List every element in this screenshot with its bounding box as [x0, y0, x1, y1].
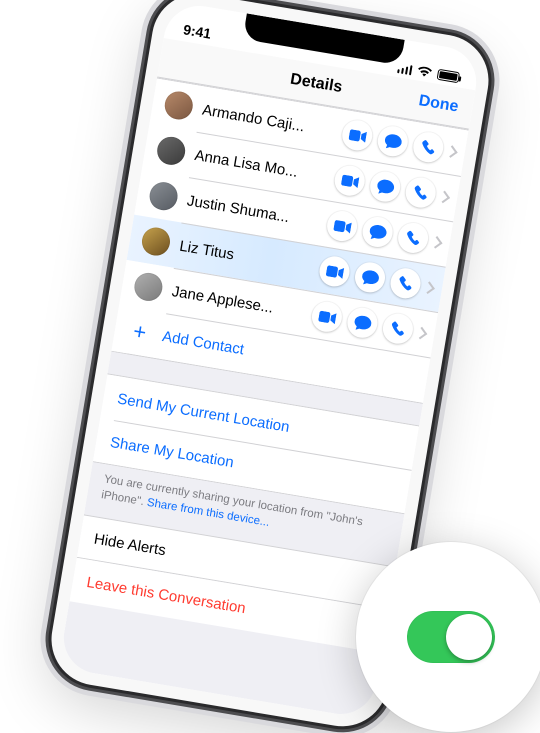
message-icon[interactable] — [368, 169, 403, 204]
message-icon[interactable] — [345, 305, 380, 340]
avatar — [140, 225, 172, 257]
video-icon[interactable] — [317, 254, 352, 289]
plus-icon: + — [127, 319, 152, 344]
video-icon[interactable] — [332, 163, 367, 198]
magnifier-callout — [356, 542, 540, 732]
add-contact-label: Add Contact — [161, 328, 245, 358]
signal-icon — [397, 62, 413, 75]
stage: 9:41 Details Done Armando Caji...Anna Li… — [0, 0, 540, 726]
avatar — [147, 180, 179, 212]
toggle-knob — [446, 614, 492, 660]
hide-alerts-label: Hide Alerts — [93, 530, 167, 559]
video-icon[interactable] — [310, 300, 345, 335]
message-icon[interactable] — [376, 124, 411, 159]
page-title: Details — [289, 70, 344, 96]
message-icon[interactable] — [360, 215, 395, 250]
contacts-group: Armando Caji...Anna Lisa Mo...Justin Shu… — [111, 77, 469, 403]
done-button[interactable]: Done — [417, 92, 459, 116]
phone-icon[interactable] — [388, 266, 423, 301]
phone-icon[interactable] — [403, 175, 438, 210]
chevron-right-icon — [431, 234, 441, 249]
chevron-right-icon — [438, 189, 448, 204]
wifi-icon — [416, 64, 434, 78]
chevron-right-icon — [423, 280, 433, 295]
status-time: 9:41 — [182, 21, 212, 41]
video-icon[interactable] — [340, 118, 375, 153]
message-icon[interactable] — [353, 260, 388, 295]
phone-icon[interactable] — [381, 311, 416, 346]
avatar — [155, 135, 187, 167]
chevron-right-icon — [416, 325, 426, 340]
chevron-right-icon — [446, 143, 456, 158]
avatar — [132, 271, 164, 303]
avatar — [163, 89, 195, 121]
phone-icon[interactable] — [411, 130, 446, 165]
battery-icon — [437, 68, 461, 82]
hide-alerts-toggle[interactable] — [407, 611, 495, 663]
video-icon[interactable] — [325, 209, 360, 244]
phone-icon[interactable] — [396, 221, 431, 256]
